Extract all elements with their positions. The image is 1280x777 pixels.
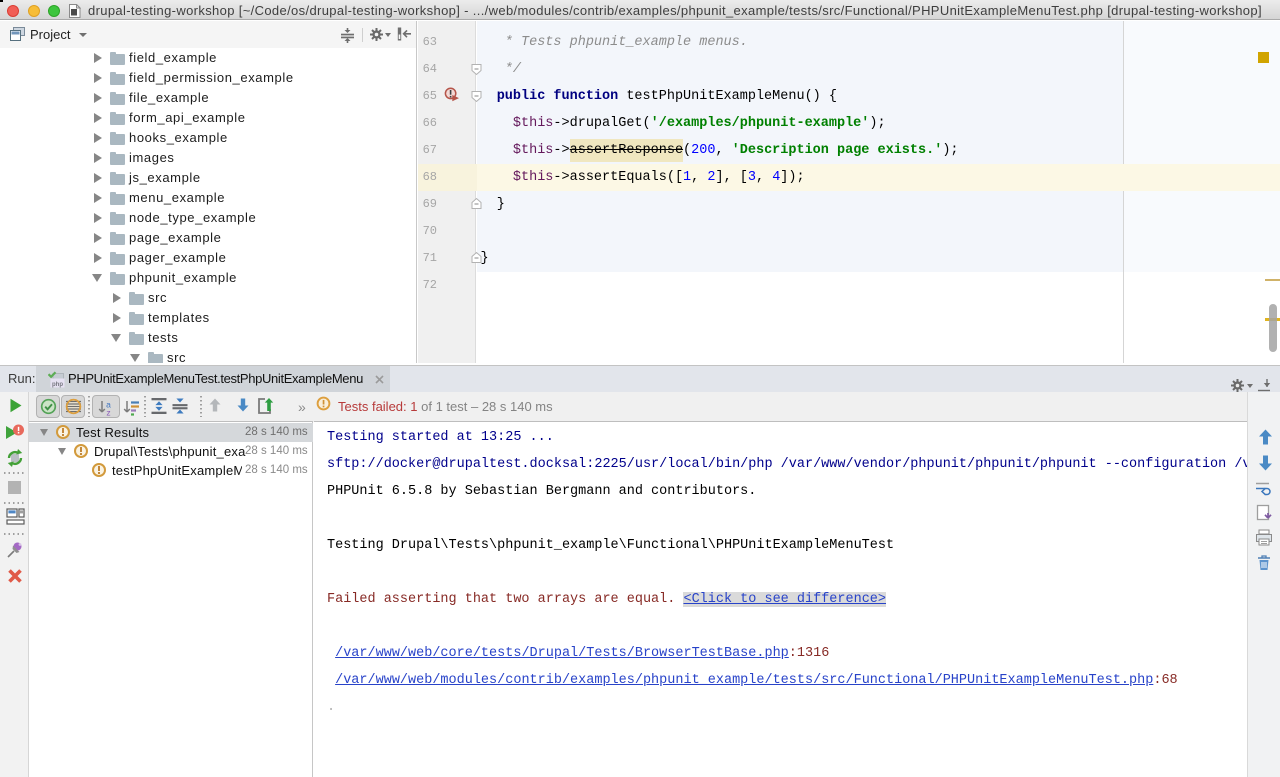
svg-text:z: z [106,408,110,418]
svg-text:php: php [52,382,63,388]
